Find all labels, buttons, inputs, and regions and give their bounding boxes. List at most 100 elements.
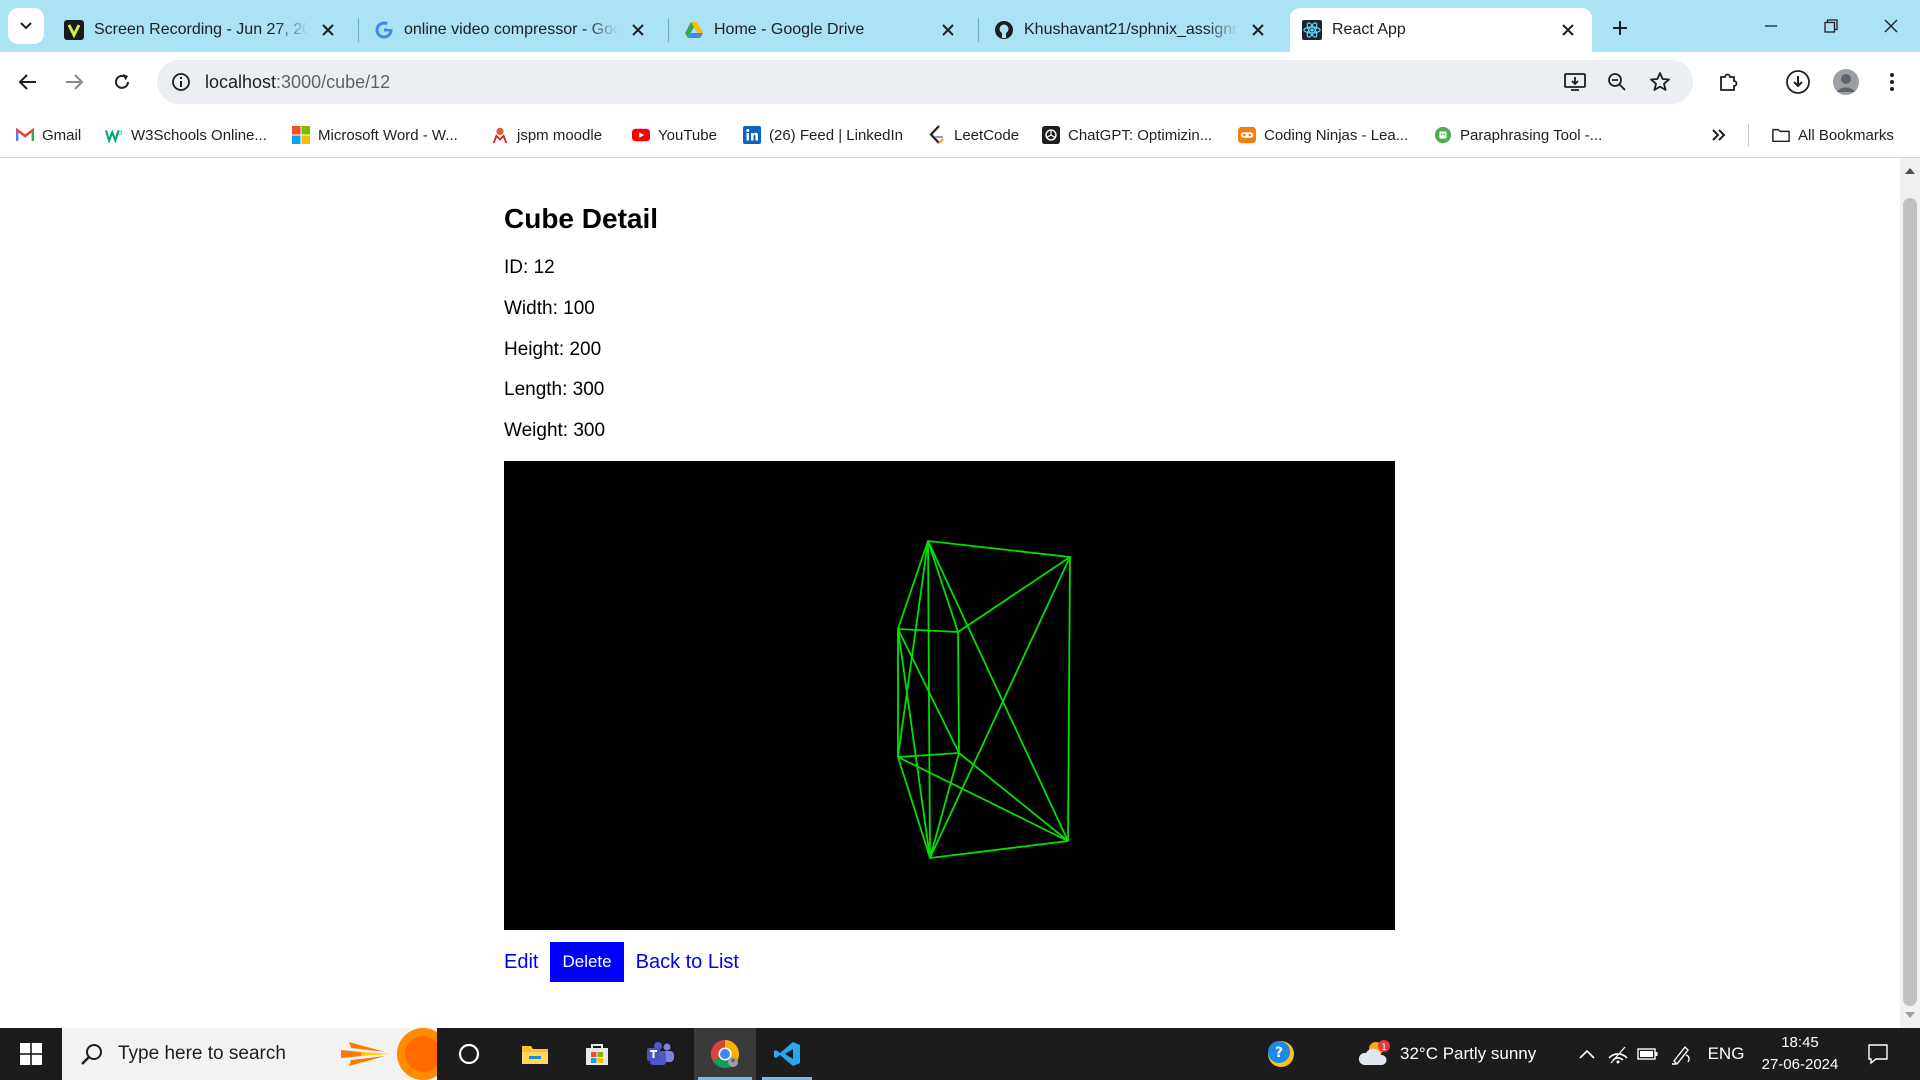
microsoft-icon <box>292 126 310 144</box>
taskbar-chrome[interactable] <box>694 1028 756 1080</box>
back-button[interactable] <box>10 64 46 100</box>
scroll-down-button[interactable] <box>1900 1002 1920 1028</box>
install-app-icon[interactable] <box>1561 68 1589 96</box>
taskbar-task-view[interactable] <box>440 1028 498 1080</box>
bookmark-star-icon[interactable] <box>1646 68 1674 96</box>
tab-react-app[interactable]: React App <box>1290 8 1592 52</box>
tab-title: Screen Recording - Jun 27, 2024 <box>94 21 308 38</box>
svg-text:?: ? <box>1275 1045 1283 1061</box>
field-id: ID: 12 <box>504 257 555 279</box>
bookmark-w3schools[interactable]: 3 W3Schools Online... <box>105 122 267 148</box>
reload-button[interactable] <box>104 64 140 100</box>
field-label: ID: <box>504 257 534 278</box>
taskbar-teams[interactable] <box>632 1028 690 1080</box>
url-host: localhost <box>205 72 277 92</box>
zoom-out-icon[interactable] <box>1603 68 1631 96</box>
cube-3d-viewer[interactable] <box>504 461 1395 930</box>
chevron-up-icon <box>1579 1049 1595 1059</box>
close-icon[interactable] <box>938 20 958 40</box>
bookmark-jspm-moodle[interactable]: jspm moodle <box>491 122 602 148</box>
bookmark-label: W3Schools Online... <box>131 126 267 144</box>
tray-battery-icon[interactable] <box>1634 1028 1662 1080</box>
bookmark-youtube[interactable]: YouTube <box>632 122 717 148</box>
bookmark-label: jspm moodle <box>517 126 603 144</box>
chrome-icon <box>711 1040 739 1068</box>
extensions-button[interactable] <box>1710 64 1746 100</box>
all-bookmarks-button[interactable]: All Bookmarks <box>1772 122 1894 148</box>
linkedin-icon <box>743 126 761 144</box>
edit-link[interactable]: Edit <box>504 951 538 974</box>
start-button[interactable] <box>0 1028 62 1080</box>
scroll-thumb[interactable] <box>1903 198 1917 1006</box>
tray-pen-icon[interactable] <box>1666 1028 1696 1080</box>
taskbar-vscode[interactable] <box>758 1028 816 1080</box>
bookmark-label: YouTube <box>658 126 717 144</box>
tab-title: React App <box>1332 21 1406 38</box>
close-window-button[interactable] <box>1861 0 1920 52</box>
new-tab-button[interactable] <box>1604 12 1636 44</box>
folder-icon <box>1772 126 1790 144</box>
taskbar-clock[interactable]: 18:45 27-06-2024 <box>1752 1028 1848 1080</box>
plus-icon <box>1613 21 1627 35</box>
tab-separator <box>358 18 359 42</box>
taskbar-search-box[interactable]: Type here to search <box>62 1028 437 1080</box>
back-to-list-link[interactable]: Back to List <box>636 951 739 974</box>
tab-google-drive[interactable]: Home - Google Drive <box>672 8 972 52</box>
double-chevron-right-icon <box>1710 126 1728 144</box>
tab-google-search[interactable]: online video compressor - Google Search <box>362 8 662 52</box>
profile-avatar[interactable] <box>1828 64 1864 100</box>
downloads-button[interactable] <box>1780 64 1816 100</box>
moodle-icon <box>491 126 509 144</box>
more-bookmarks-button[interactable] <box>1710 122 1736 148</box>
bookmark-paraphrasing-tool[interactable]: Paraphrasing Tool -... <box>1434 122 1602 148</box>
tray-network-icon[interactable] <box>1604 1028 1632 1080</box>
bookmark-chatgpt[interactable]: ChatGPT: Optimizin... <box>1042 122 1212 148</box>
weather-widget[interactable]: 1 32°C Partly sunny <box>1358 1028 1536 1080</box>
tray-help-icon[interactable]: ? <box>1264 1028 1298 1080</box>
taskbar-file-explorer[interactable] <box>506 1028 564 1080</box>
close-icon[interactable] <box>1248 20 1268 40</box>
bookmark-coding-ninjas[interactable]: Coding Ninjas - Lea... <box>1238 122 1408 148</box>
tray-overflow-button[interactable] <box>1574 1028 1600 1080</box>
url-text[interactable]: localhost:3000/cube/12 <box>205 60 390 104</box>
taskbar-microsoft-store[interactable] <box>568 1028 626 1080</box>
bookmarks-separator <box>1748 124 1749 146</box>
tab-strip: Screen Recording - Jun 27, 2024 online v… <box>0 0 1920 52</box>
restore-button[interactable] <box>1801 0 1861 52</box>
weather-text: 32°C Partly sunny <box>1400 1044 1537 1063</box>
tray-language[interactable]: ENG <box>1706 1028 1746 1080</box>
notification-center-button[interactable] <box>1858 1028 1898 1080</box>
close-icon[interactable] <box>318 20 338 40</box>
address-bar[interactable]: localhost:3000/cube/12 <box>157 60 1693 104</box>
bookmark-label: Paraphrasing Tool -... <box>1460 126 1603 144</box>
w3schools-icon: 3 <box>105 126 123 144</box>
page-scrollbar[interactable] <box>1900 158 1920 1028</box>
scroll-up-button[interactable] <box>1900 158 1920 184</box>
minimize-icon <box>1765 25 1777 27</box>
delete-button[interactable]: Delete <box>550 942 624 982</box>
tab-screen-recording[interactable]: Screen Recording - Jun 27, 2024 <box>52 8 352 52</box>
triangle-up-icon <box>1905 168 1915 174</box>
tab-search-button[interactable] <box>8 8 44 44</box>
minimize-button[interactable] <box>1741 0 1801 52</box>
bookmark-linkedin[interactable]: (26) Feed | LinkedIn <box>743 122 903 148</box>
cube-wireframe <box>897 540 1071 859</box>
close-icon[interactable] <box>1558 20 1578 40</box>
restore-icon <box>1824 19 1838 33</box>
close-icon[interactable] <box>628 20 648 40</box>
field-length: Length: 300 <box>504 379 604 401</box>
field-label: Height: <box>504 339 570 360</box>
field-height: Height: 200 <box>504 339 601 361</box>
bookmark-gmail[interactable]: Gmail <box>16 122 81 148</box>
browser-toolbar: localhost:3000/cube/12 <box>0 52 1920 112</box>
bookmark-microsoft-word[interactable]: Microsoft Word - W... <box>292 122 458 148</box>
arrow-right-icon <box>66 74 84 90</box>
site-info-icon[interactable] <box>167 68 195 96</box>
quillbot-icon <box>1434 126 1452 144</box>
tab-github[interactable]: Khushavant21/sphnix_assignment <box>982 8 1282 52</box>
browser-menu-button[interactable] <box>1874 64 1910 100</box>
forward-button[interactable] <box>56 64 92 100</box>
field-weight: Weight: 300 <box>504 420 605 442</box>
wireframe-canvas[interactable] <box>504 461 1395 930</box>
bookmark-leetcode[interactable]: LeetCode <box>928 122 1019 148</box>
